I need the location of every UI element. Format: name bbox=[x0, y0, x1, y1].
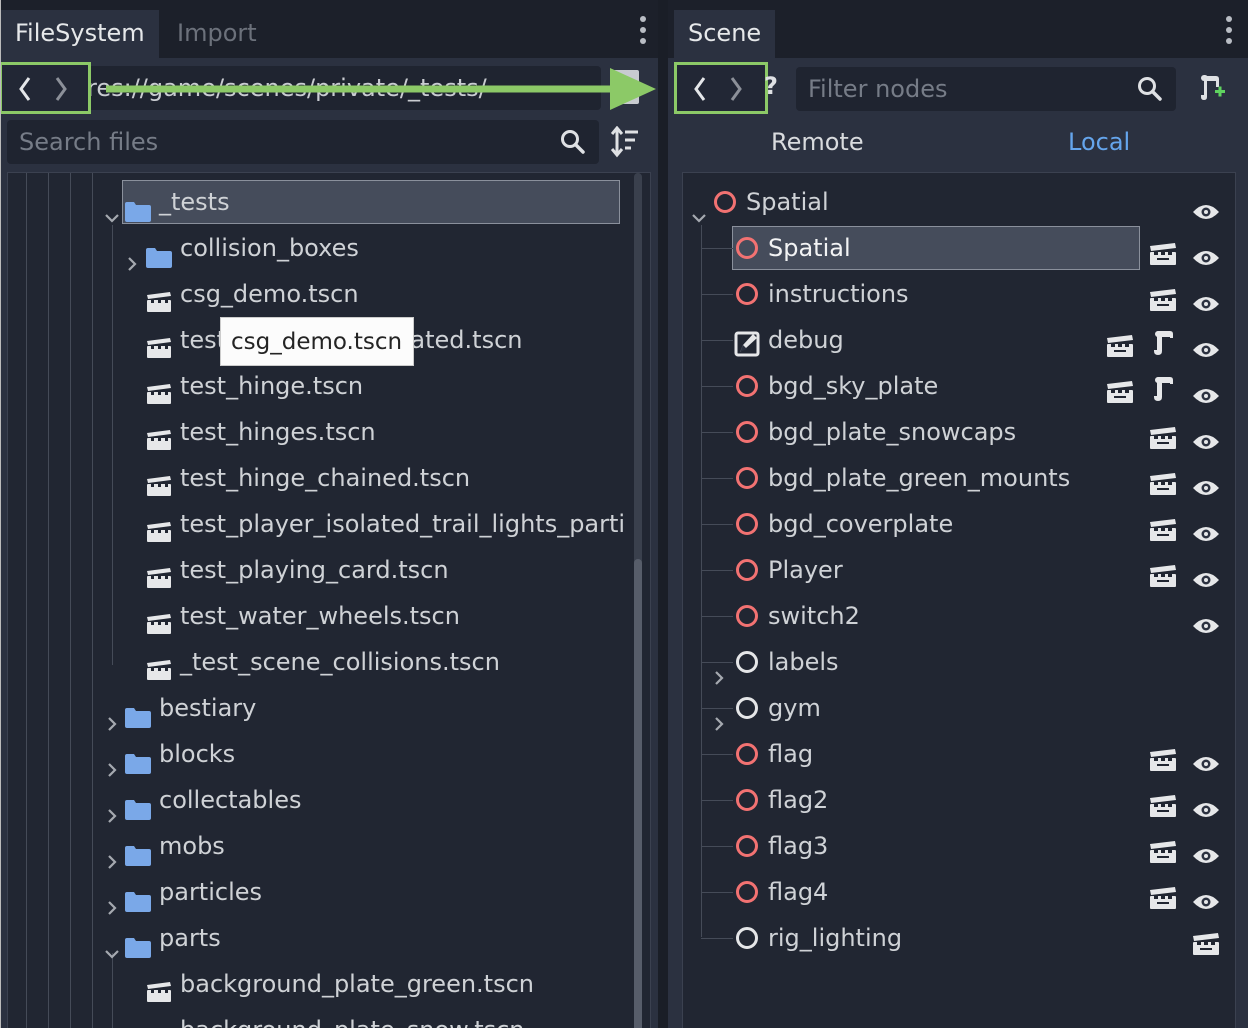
annotation-arrow bbox=[106, 68, 656, 110]
